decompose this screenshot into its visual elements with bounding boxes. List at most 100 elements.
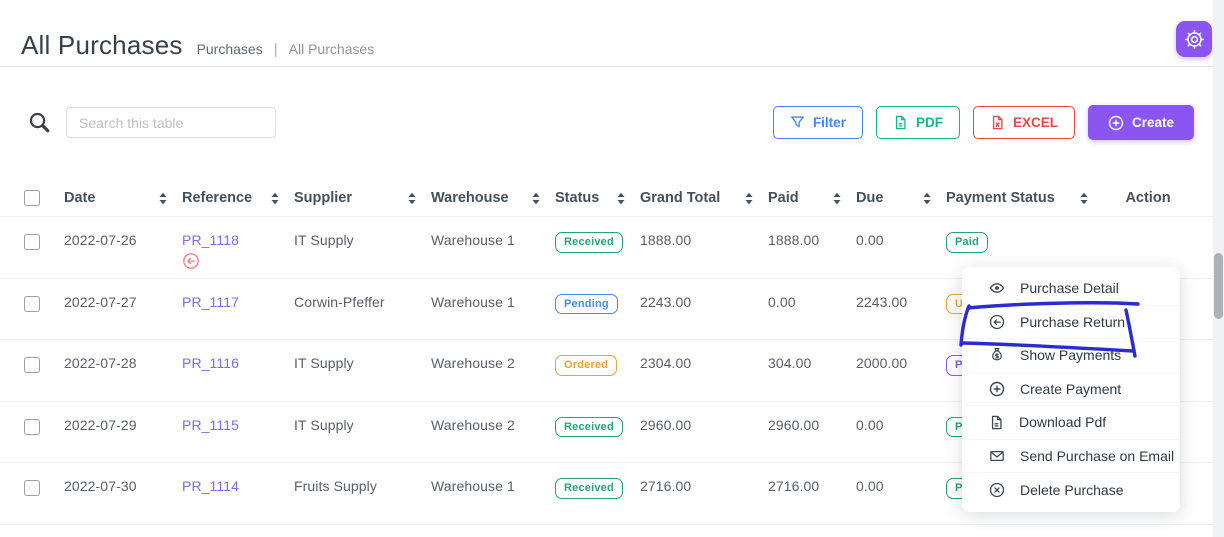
page-scrollbar-track[interactable] <box>1213 0 1224 537</box>
sort-icon[interactable] <box>922 192 932 205</box>
sort-icon[interactable] <box>832 192 842 205</box>
button-label: Create <box>1132 115 1174 130</box>
gear-icon <box>1184 29 1205 50</box>
row-checkbox[interactable] <box>24 419 40 435</box>
settings-gear-button[interactable] <box>1176 21 1212 57</box>
row-checkbox[interactable] <box>24 234 40 250</box>
grand-total-cell: 2304.00 <box>640 355 768 371</box>
date-cell: 2022-07-27 <box>64 294 182 310</box>
warehouse-cell: Warehouse 1 <box>431 478 555 494</box>
date-cell: 2022-07-29 <box>64 417 182 433</box>
reference-link[interactable]: PR_1116 <box>182 355 284 371</box>
search-icon <box>28 111 51 134</box>
sort-icon[interactable] <box>158 192 168 205</box>
menu-item-download-pdf[interactable]: Download Pdf <box>962 406 1180 440</box>
pdf-file-icon <box>989 415 1004 430</box>
page-header: All Purchases Purchases | All Purchases <box>0 0 1224 67</box>
menu-item-show-payments[interactable]: Show Payments <box>962 339 1180 373</box>
breadcrumb-separator: | <box>274 41 278 58</box>
breadcrumb-section[interactable]: Purchases <box>197 41 263 57</box>
column-header-warehouse[interactable]: Warehouse <box>431 190 555 206</box>
column-label: Action <box>1125 190 1170 206</box>
return-arrow-icon <box>989 314 1005 330</box>
column-label: Warehouse <box>431 190 509 206</box>
reference-link[interactable]: PR_1117 <box>182 294 284 310</box>
menu-item-label: Delete Purchase <box>1020 482 1124 498</box>
reference-link[interactable]: PR_1118 <box>182 232 284 248</box>
column-header-date[interactable]: Date <box>64 190 182 206</box>
date-cell: 2022-07-28 <box>64 355 182 371</box>
menu-item-label: Purchase Detail <box>1020 280 1119 296</box>
excel-button[interactable]: EXCEL <box>973 106 1075 139</box>
column-label: Reference <box>182 190 252 206</box>
menu-item-purchase-return[interactable]: Purchase Return <box>962 306 1180 340</box>
due-cell: 2243.00 <box>856 294 946 310</box>
status-badge: Received <box>555 417 623 438</box>
column-header-due[interactable]: Due <box>856 190 946 206</box>
row-checkbox[interactable] <box>24 296 40 312</box>
column-header-payment-status[interactable]: Payment Status <box>946 190 1103 206</box>
sort-icon[interactable] <box>1079 192 1089 205</box>
payment-status-cell: Paid <box>946 232 1103 253</box>
status-cell: Ordered <box>555 355 640 376</box>
sort-icon[interactable] <box>270 192 280 205</box>
column-header-reference[interactable]: Reference <box>182 190 294 206</box>
reference-link[interactable]: PR_1114 <box>182 478 284 494</box>
action-cell <box>1103 232 1193 238</box>
row-checkbox[interactable] <box>24 480 40 496</box>
plus-circle-icon <box>1108 115 1124 131</box>
grand-total-cell: 2243.00 <box>640 294 768 310</box>
payment-status-badge: Paid <box>946 232 988 253</box>
menu-item-send-purchase-on-email[interactable]: Send Purchase on Email <box>962 440 1180 474</box>
pdf-button[interactable]: PDF <box>876 106 960 139</box>
warehouse-cell: Warehouse 2 <box>431 355 555 371</box>
row-action-menu: Purchase Detail Purchase Return Show Payme… <box>962 267 1180 512</box>
grand-total-cell: 2960.00 <box>640 417 768 433</box>
row-select-cell <box>24 294 64 312</box>
reference-cell: PR_1115 <box>182 417 294 433</box>
sort-icon[interactable] <box>531 192 541 205</box>
pdf-file-icon <box>893 115 908 130</box>
row-select-cell <box>24 417 64 435</box>
status-cell: Pending <box>555 294 640 315</box>
column-header-grand-total[interactable]: Grand Total <box>640 190 768 206</box>
warehouse-cell: Warehouse 1 <box>431 294 555 310</box>
create-button[interactable]: Create <box>1088 105 1194 140</box>
status-cell: Received <box>555 478 640 499</box>
menu-item-purchase-detail[interactable]: Purchase Detail <box>962 272 1180 306</box>
sort-icon[interactable] <box>744 192 754 205</box>
reference-cell: PR_1118 <box>182 232 294 270</box>
reference-link[interactable]: PR_1115 <box>182 417 284 433</box>
table-toolbar: Filter PDF EXCEL Create <box>28 105 1194 140</box>
filter-button[interactable]: Filter <box>773 106 863 139</box>
select-all-checkbox[interactable] <box>24 190 40 206</box>
reference-cell: PR_1116 <box>182 355 294 371</box>
column-label: Supplier <box>294 190 352 206</box>
status-badge: Received <box>555 478 623 499</box>
menu-item-label: Purchase Return <box>1020 314 1125 330</box>
status-cell: Received <box>555 232 640 253</box>
sort-icon[interactable] <box>616 192 626 205</box>
column-label: Grand Total <box>640 190 720 206</box>
column-header-status[interactable]: Status <box>555 190 640 206</box>
sort-icon[interactable] <box>407 192 417 205</box>
return-flag-icon <box>182 252 284 270</box>
button-label: Filter <box>813 115 846 130</box>
column-header-paid[interactable]: Paid <box>768 190 856 206</box>
page-scrollbar-thumb[interactable] <box>1214 253 1223 319</box>
menu-item-create-payment[interactable]: Create Payment <box>962 373 1180 407</box>
paid-cell: 2716.00 <box>768 478 856 494</box>
menu-item-label: Send Purchase on Email <box>1020 448 1174 464</box>
column-header-supplier[interactable]: Supplier <box>294 190 431 206</box>
menu-item-label: Download Pdf <box>1019 414 1106 430</box>
supplier-cell: IT Supply <box>294 232 431 248</box>
search-input[interactable] <box>66 107 276 138</box>
row-actions-menu-button[interactable] <box>1138 230 1158 238</box>
row-checkbox[interactable] <box>24 357 40 373</box>
warehouse-cell: Warehouse 2 <box>431 417 555 433</box>
grand-total-cell: 1888.00 <box>640 232 768 248</box>
menu-item-delete-purchase[interactable]: Delete Purchase <box>962 473 1180 507</box>
excel-file-icon <box>990 115 1005 130</box>
reference-cell: PR_1117 <box>182 294 294 310</box>
menu-item-label: Show Payments <box>1020 347 1121 363</box>
